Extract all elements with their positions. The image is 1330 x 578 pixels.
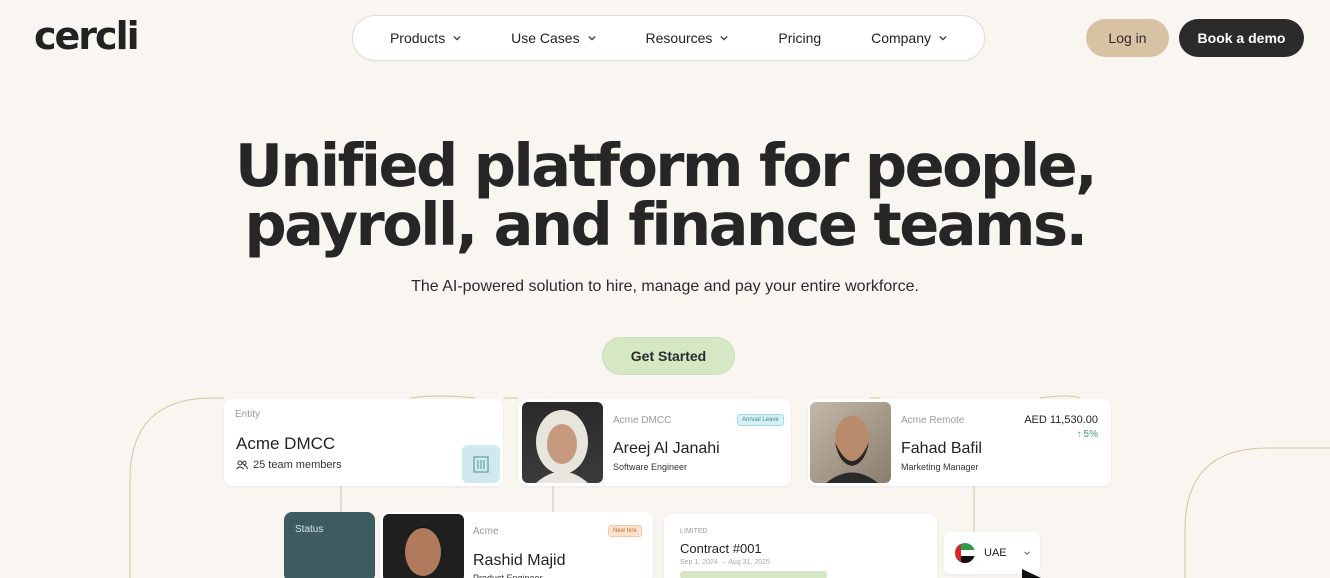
nav-use-cases-label: Use Cases	[511, 30, 580, 46]
entity-name: Acme DMCC	[236, 434, 336, 453]
nav-products-label: Products	[389, 30, 446, 46]
contract-title: Contract #001	[680, 541, 762, 556]
chevron-down-icon	[587, 35, 596, 41]
get-started-button[interactable]: Get Started	[602, 337, 735, 375]
arrow-up-icon: ↑	[1076, 429, 1082, 440]
building-icon	[473, 456, 489, 473]
nav-resources-label: Resources	[645, 30, 713, 46]
salary-change: ↑ 5%	[1077, 429, 1098, 440]
hero-title-line-1: Unified platform for people,	[234, 131, 1098, 200]
book-demo-button[interactable]: Book a demo	[1179, 19, 1304, 57]
cercli-logo[interactable]: cercli	[34, 14, 140, 58]
avatar	[522, 402, 603, 483]
contract-label: LIMITED	[680, 528, 708, 535]
employee-role: Software Engineer	[613, 462, 688, 472]
employee-card-areej: Acme DMCC Annual Leave Areej Al Janahi S…	[518, 399, 791, 486]
employee-company: Acme Remote	[901, 415, 965, 426]
employee-card-rashid: Acme New hire Rashid Majid Product Engin…	[380, 512, 653, 578]
status-card: Status	[284, 512, 375, 578]
employee-company: Acme DMCC	[613, 415, 672, 426]
building-icon-box	[462, 445, 500, 483]
employee-name: Fahad Bafil	[901, 440, 982, 457]
nav-products[interactable]: Products	[390, 30, 461, 46]
hero-subtitle: The AI-powered solution to hire, manage …	[411, 278, 919, 295]
status-badge: New hire	[608, 525, 642, 537]
nav-resources[interactable]: Resources	[646, 30, 729, 46]
entity-members: 25 team members	[236, 459, 342, 471]
contract-progress-bar	[680, 571, 827, 578]
employee-name: Rashid Majid	[473, 552, 566, 569]
country-name: UAE	[984, 547, 1007, 559]
nav-company[interactable]: Company	[871, 30, 947, 46]
nav-pricing[interactable]: Pricing	[778, 30, 821, 46]
hero-title-line-2: payroll, and finance teams.	[244, 190, 1088, 259]
contract-dates: Sep 1, 2024 → Aug 31, 2025	[680, 559, 770, 566]
nav-use-cases[interactable]: Use Cases	[511, 30, 596, 46]
cursor-icon	[1022, 569, 1041, 578]
employee-role: Product Engineer	[473, 573, 543, 578]
salary-change-value: 5%	[1083, 429, 1098, 440]
nav-pricing-label: Pricing	[778, 30, 822, 46]
avatar	[810, 402, 891, 483]
hero-title: Unified platform for people, payroll, an…	[0, 136, 1330, 254]
nav-company-label: Company	[871, 30, 931, 46]
status-badge: Annual Leave	[737, 414, 784, 426]
employee-company: Acme	[473, 526, 499, 537]
entity-members-text: 25 team members	[253, 459, 342, 471]
main-nav: Products Use Cases Resources Pricing Com…	[352, 15, 985, 61]
chevron-down-icon	[939, 35, 947, 41]
salary-amount: AED 11,530.00	[1024, 414, 1098, 426]
people-icon	[236, 460, 248, 470]
chevron-down-icon	[720, 35, 729, 41]
entity-label: Entity	[235, 409, 261, 420]
login-button[interactable]: Log in	[1086, 19, 1169, 57]
entity-card: Entity Acme DMCC 25 team members	[224, 399, 503, 486]
status-label: Status	[295, 524, 324, 535]
contract-card: LIMITED Contract #001 Sep 1, 2024 → Aug …	[664, 514, 937, 578]
chevron-down-icon	[453, 35, 461, 41]
employee-role: Marketing Manager	[901, 462, 979, 472]
employee-name: Areej Al Janahi	[613, 440, 720, 457]
employee-card-fahad: Acme Remote AED 11,530.00 ↑ 5% Fahad Baf…	[808, 399, 1111, 486]
uae-flag-icon	[955, 543, 975, 563]
avatar	[383, 514, 464, 578]
chevron-down-icon	[1024, 551, 1030, 555]
